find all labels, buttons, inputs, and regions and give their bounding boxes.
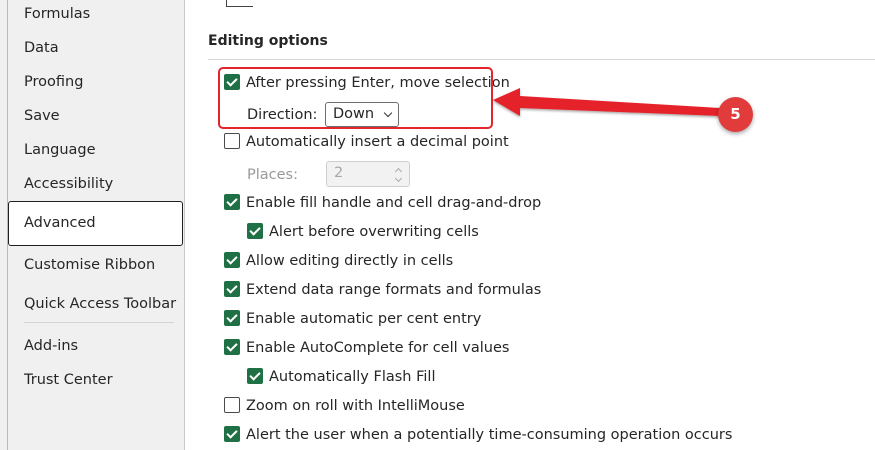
callout-arrow-icon (493, 88, 720, 116)
step-number-badge: 5 (718, 97, 753, 132)
